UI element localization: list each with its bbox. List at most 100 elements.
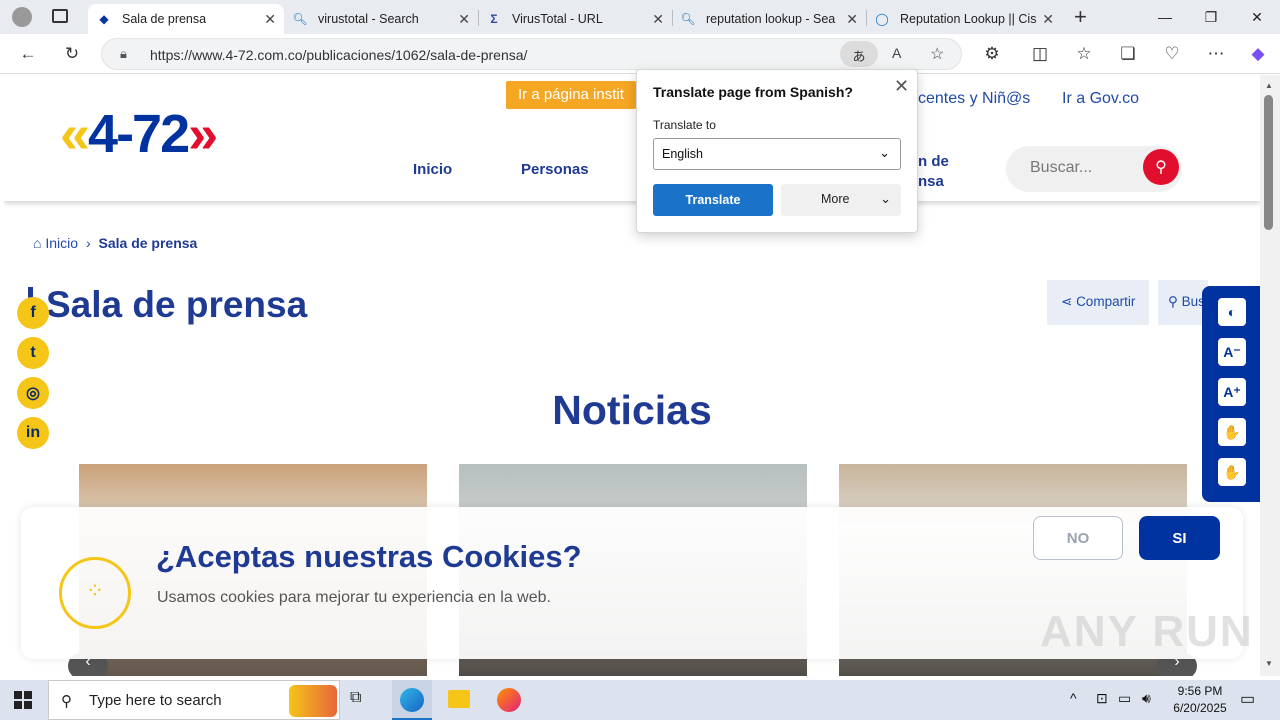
cookie-icon: ⁘ <box>59 557 131 629</box>
share-label: Compartir <box>1076 294 1136 309</box>
firefox-icon[interactable] <box>497 688 521 712</box>
menu-sala-de-prensa[interactable]: n de nsa <box>918 152 949 192</box>
site-logo[interactable]: «4-72» <box>60 103 218 165</box>
sign-language-icon-2[interactable]: ✋ <box>1218 458 1246 486</box>
logo-right-chevrons: » <box>188 104 218 164</box>
profile-icon[interactable] <box>12 7 32 27</box>
scroll-thumb[interactable] <box>1264 95 1273 230</box>
gov-co-link[interactable]: Ir a Gov.co <box>1062 90 1139 108</box>
anyrun-watermark: ANY RUN <box>1040 607 1254 656</box>
twitter-icon[interactable]: t <box>17 337 49 369</box>
more-menu-icon[interactable]: ⋯ <box>1204 42 1228 66</box>
more-label: More <box>821 192 850 206</box>
kids-link[interactable]: centes y Niñ@s <box>918 90 1030 108</box>
breadcrumb-home[interactable]: Inicio <box>45 235 78 251</box>
copilot-icon[interactable]: ◆ <box>1246 42 1270 66</box>
url-text[interactable]: https://www.4-72.com.co/publicaciones/10… <box>150 47 527 63</box>
translate-popup: Translate page from Spanish? ✕ Translate… <box>636 69 918 233</box>
search-icon: 🔍︎ <box>680 12 696 26</box>
site-favicon-icon: ◆ <box>99 12 109 26</box>
tab-title: VirusTotal - URL <box>512 12 603 26</box>
virustotal-icon: Σ <box>490 12 498 26</box>
menu-label-line-2: nsa <box>918 173 944 190</box>
tab-actions-icon[interactable] <box>52 9 68 23</box>
menu-personas[interactable]: Personas <box>521 161 589 178</box>
more-button[interactable]: More ⌄ <box>781 184 901 216</box>
close-tab-icon[interactable]: ✕ <box>652 11 664 28</box>
target-language-select[interactable]: English ⌄ <box>653 138 901 170</box>
favorite-star-icon[interactable]: ☆ <box>930 44 944 64</box>
task-view-icon[interactable]: ⧉ <box>350 689 361 707</box>
search-icon: ⚲ <box>1168 294 1182 309</box>
lock-icon[interactable]: 🔒︎ <box>120 46 127 62</box>
cookie-title: ¿Aceptas nuestras Cookies? <box>156 539 582 574</box>
web-page: «4-72» Ir a página instit centes y Niñ@s… <box>4 75 1260 676</box>
site-search-button[interactable]: ⚲ <box>1143 149 1179 185</box>
wifi-icon[interactable]: ▭ <box>1118 690 1131 707</box>
share-button[interactable]: ⋖ Compartir <box>1047 280 1150 325</box>
translate-to-label: Translate to <box>653 118 716 132</box>
breadcrumb-current: Sala de prensa <box>98 235 198 251</box>
cookie-accept-button[interactable]: SI <box>1139 516 1220 560</box>
page-scrollbar[interactable]: ▲ ▼ <box>1260 75 1280 676</box>
cookie-reject-button[interactable]: NO <box>1033 516 1123 560</box>
network-icon[interactable]: ⊡ <box>1096 690 1108 707</box>
restore-icon[interactable]: ❐ <box>1188 0 1234 34</box>
scroll-up-icon[interactable]: ▲ <box>1265 81 1273 90</box>
url-field[interactable]: 🔒︎ https://www.4-72.com.co/publicaciones… <box>101 38 962 70</box>
menu-label-line-1: n de <box>918 153 949 170</box>
close-tab-icon[interactable]: ✕ <box>1042 11 1054 28</box>
contrast-icon[interactable]: ◐ <box>1218 298 1246 326</box>
split-screen-icon[interactable]: ◫ <box>1028 42 1052 66</box>
minimize-icon[interactable]: — <box>1142 0 1188 34</box>
close-icon[interactable]: ✕ <box>894 76 909 97</box>
file-explorer-icon[interactable] <box>448 690 470 708</box>
translate-icon[interactable]: あ <box>840 41 878 67</box>
clock[interactable]: 9:56 PM 6/20/2025 <box>1166 684 1234 715</box>
tab-reputation-search[interactable]: 🔍︎ reputation lookup - Search ✕ <box>672 4 866 34</box>
tab-virustotal-search[interactable]: 🔍︎ virustotal - Search ✕ <box>284 4 478 34</box>
favorites-icon[interactable]: ☆ <box>1072 42 1096 66</box>
chevron-right-icon: › <box>85 235 91 251</box>
collections-icon[interactable]: ❏ <box>1116 42 1140 66</box>
volume-icon[interactable]: 🔊︎ <box>1142 690 1151 707</box>
windows-start-icon[interactable] <box>14 691 32 709</box>
refresh-icon[interactable]: ↻ <box>60 42 84 66</box>
search-highlight-icon <box>289 685 337 717</box>
read-aloud-icon[interactable]: A <box>892 45 901 61</box>
logo-text: 4-72 <box>88 104 190 164</box>
close-window-icon[interactable]: ✕ <box>1234 0 1280 34</box>
taskbar-search-input[interactable]: ⚲ Type here to search <box>48 680 340 720</box>
edge-taskbar-icon[interactable] <box>392 680 432 720</box>
tab-title: virustotal - Search <box>318 12 419 26</box>
tab-sala-de-prensa[interactable]: ◆ Sala de prensa ✕ <box>88 4 284 34</box>
site-header: «4-72» Ir a página instit centes y Niñ@s… <box>4 75 1260 201</box>
tab-title: Reputation Lookup || Cisco <box>900 12 1036 26</box>
section-title: Noticias <box>552 387 712 433</box>
menu-inicio[interactable]: Inicio <box>413 161 452 178</box>
scroll-down-icon[interactable]: ▼ <box>1265 659 1273 668</box>
back-icon[interactable]: ← <box>16 42 40 66</box>
browser-essentials-icon[interactable]: ♡ <box>1160 42 1184 66</box>
address-bar-row: ← ↻ 🔒︎ https://www.4-72.com.co/publicaci… <box>0 34 1280 74</box>
notification-icon[interactable]: ▭ <box>1240 689 1255 709</box>
search-page-button[interactable]: ⚲ Bus <box>1158 280 1208 325</box>
logo-left-chevrons: « <box>60 104 90 164</box>
close-tab-icon[interactable]: ✕ <box>458 11 470 28</box>
selected-language: English <box>662 147 703 161</box>
tab-reputation-cisco[interactable]: ◯ Reputation Lookup || Cisco ✕ <box>866 4 1062 34</box>
new-tab-icon[interactable]: + <box>1074 4 1087 30</box>
institutional-page-button[interactable]: Ir a página instit <box>506 81 636 109</box>
close-tab-icon[interactable]: ✕ <box>846 11 858 28</box>
show-hidden-icons[interactable]: ^ <box>1070 690 1077 706</box>
decrease-font-icon[interactable]: A⁻ <box>1218 338 1246 366</box>
close-tab-icon[interactable]: ✕ <box>264 11 276 28</box>
page-title: Sala de prensa <box>46 284 308 325</box>
cookie-text: Usamos cookies para mejorar tu experienc… <box>157 589 551 606</box>
translate-button[interactable]: Translate <box>653 184 773 216</box>
cisco-icon: ◯ <box>875 12 889 26</box>
extensions-icon[interactable]: ⚙ <box>980 42 1004 66</box>
tab-virustotal-url[interactable]: Σ VirusTotal - URL ✕ <box>478 4 672 34</box>
translate-popup-title: Translate page from Spanish? <box>653 84 853 100</box>
facebook-icon[interactable]: f <box>17 297 49 329</box>
